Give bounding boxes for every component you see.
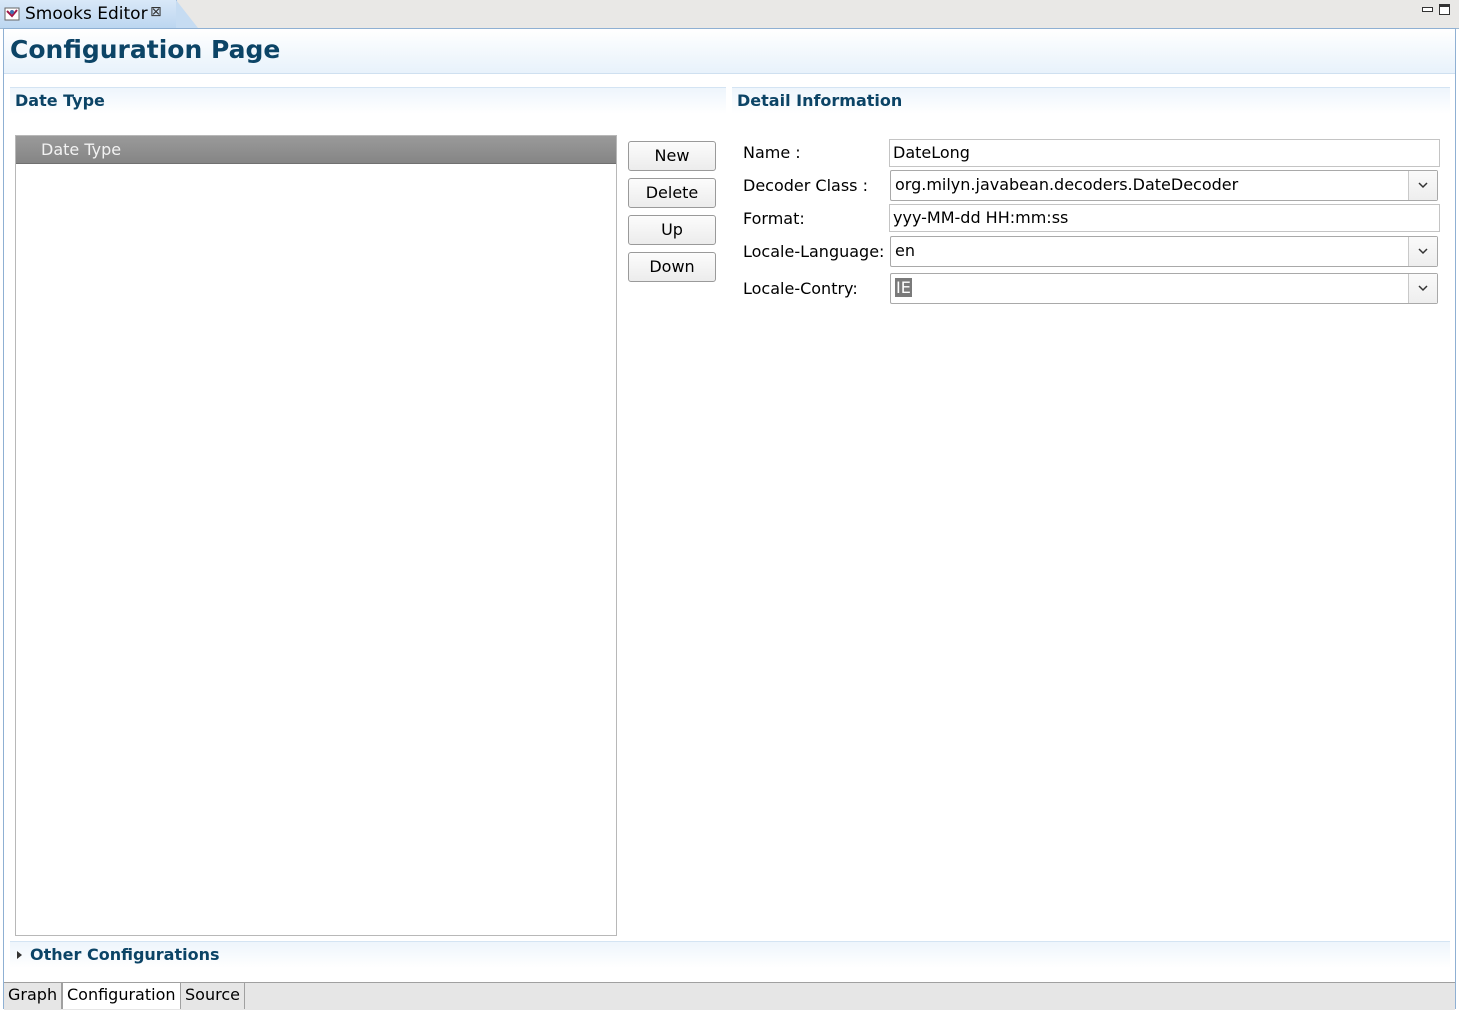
locale-country-combo[interactable]: IE: [890, 273, 1438, 304]
tab-graph[interactable]: Graph: [4, 983, 63, 1009]
minimize-icon[interactable]: [1421, 3, 1433, 15]
tab-source[interactable]: Source: [181, 983, 245, 1009]
other-configurations-title: Other Configurations: [30, 945, 220, 964]
delete-button[interactable]: Delete: [628, 178, 716, 208]
editor-page-tabs: Graph Configuration Source: [4, 982, 1455, 1010]
tab-configuration[interactable]: Configuration: [62, 983, 181, 1009]
locale-country-value: IE: [895, 278, 912, 297]
page-title: Configuration Page: [10, 35, 281, 64]
other-configurations-section[interactable]: Other Configurations: [10, 941, 1450, 968]
decoder-class-value: org.milyn.javabean.decoders.DateDecoder: [895, 175, 1239, 194]
list-header-label: Date Type: [41, 140, 122, 159]
new-button[interactable]: New: [628, 141, 716, 171]
date-type-section-header: Date Type: [10, 87, 726, 114]
locale-country-selected-text: IE: [895, 278, 912, 297]
date-type-list[interactable]: [15, 135, 617, 936]
locale-language-label: Locale-Language:: [743, 242, 885, 261]
format-field[interactable]: yyy-MM-dd HH:mm:ss: [889, 204, 1440, 232]
locale-country-label: Locale-Contry:: [743, 279, 858, 298]
editor-tab-strip: [0, 0, 1459, 29]
name-field[interactable]: DateLong: [889, 139, 1440, 167]
chevron-down-icon[interactable]: [1408, 171, 1437, 200]
decoder-class-label: Decoder Class :: [743, 176, 868, 195]
chevron-down-icon[interactable]: [1408, 237, 1437, 266]
date-type-list-header[interactable]: Date Type: [16, 136, 616, 164]
maximize-icon[interactable]: [1439, 4, 1450, 15]
expand-arrow-icon[interactable]: [17, 951, 22, 959]
date-type-section-title: Date Type: [15, 91, 105, 110]
decoder-class-combo[interactable]: org.milyn.javabean.decoders.DateDecoder: [890, 170, 1438, 201]
smooks-editor-icon: [4, 6, 20, 22]
locale-language-value: en: [895, 241, 915, 260]
detail-section-header: Detail Information: [732, 87, 1450, 114]
name-label: Name :: [743, 143, 801, 162]
editor-tab-smooks[interactable]: Smooks Editor ⊠: [0, 0, 198, 28]
up-button[interactable]: Up: [628, 215, 716, 245]
locale-language-combo[interactable]: en: [890, 236, 1438, 267]
chevron-down-icon[interactable]: [1408, 274, 1437, 303]
format-label: Format:: [743, 209, 805, 228]
close-icon[interactable]: ⊠: [150, 4, 162, 20]
editor-tab-title: Smooks Editor: [25, 4, 148, 24]
down-button[interactable]: Down: [628, 252, 716, 282]
detail-section-title: Detail Information: [737, 91, 903, 110]
